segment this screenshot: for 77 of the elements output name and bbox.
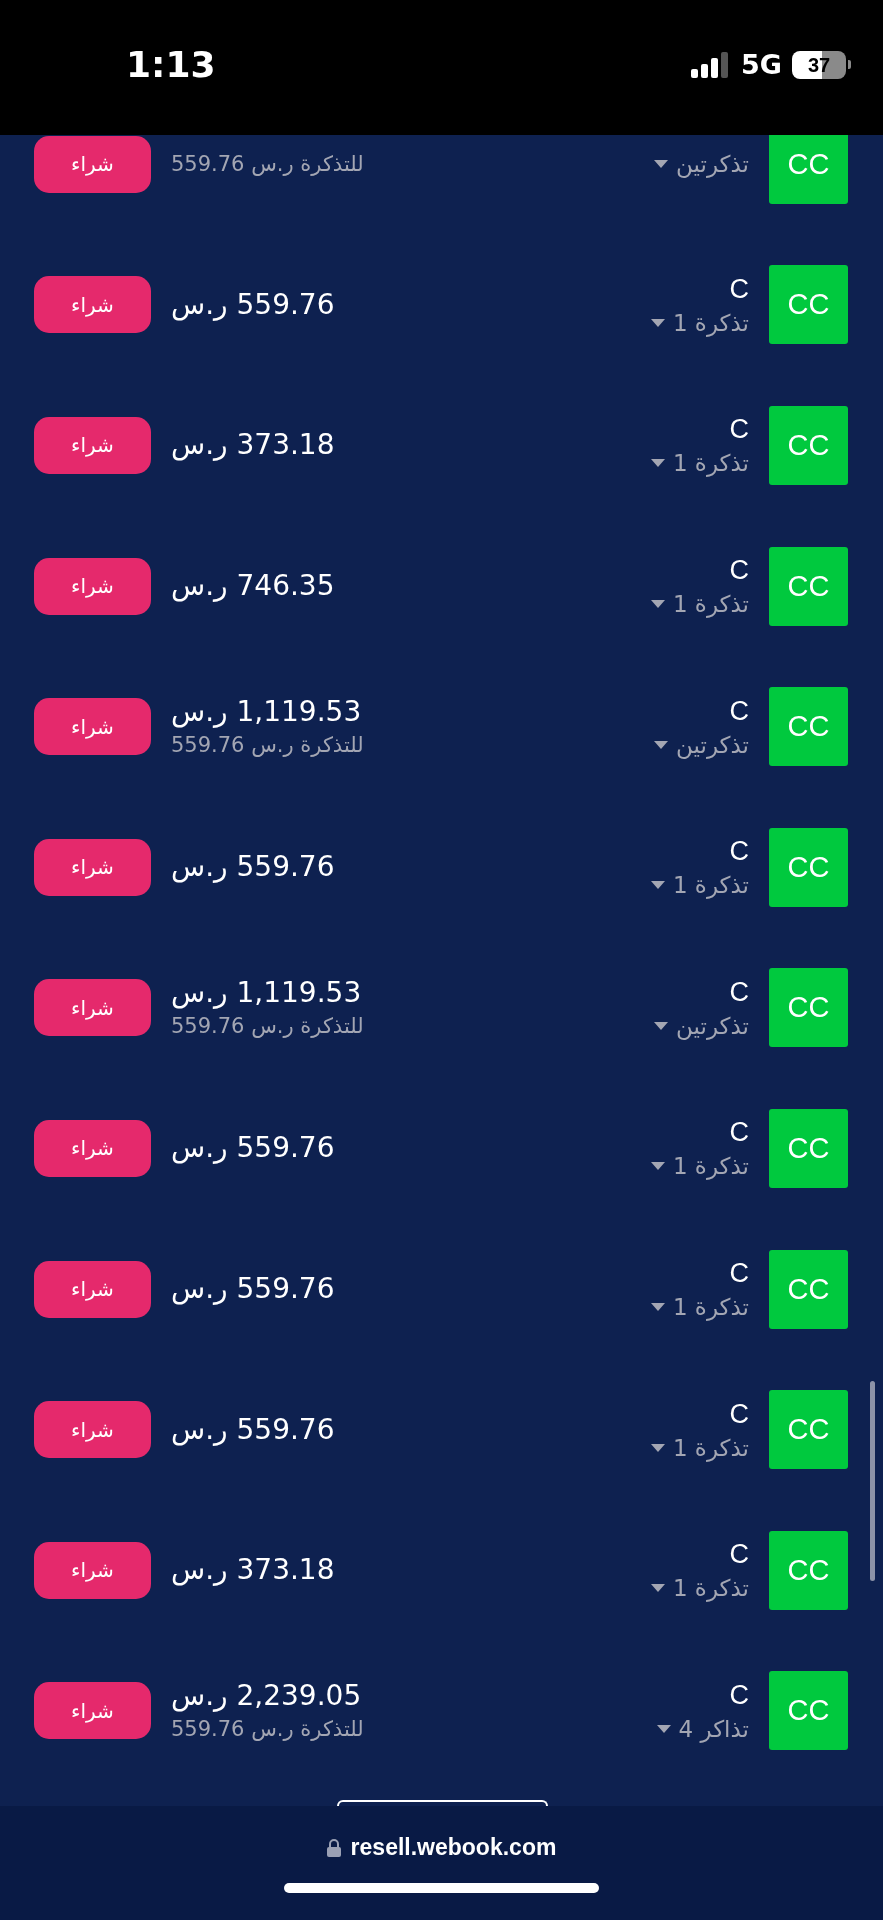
- price: 559.76 ر.س: [171, 1271, 335, 1308]
- quantity-dropdown[interactable]: تذكرتين: [654, 148, 749, 181]
- caret-icon: [654, 1021, 669, 1030]
- caret-icon: [656, 1724, 671, 1733]
- quantity-dropdown[interactable]: 1 تذكرة: [650, 869, 749, 902]
- category-tag: CC: [769, 1249, 848, 1329]
- section-label: C: [729, 1116, 749, 1150]
- category-tag: CC: [769, 827, 848, 907]
- quantity-dropdown[interactable]: 1 تذكرة: [650, 588, 749, 621]
- per-ticket-price: للتذكرة ر.س 559.76: [171, 1012, 364, 1040]
- price: 559.76 ر.س: [171, 286, 335, 323]
- network-label: 5G: [741, 49, 782, 80]
- clock-time: 1:13: [126, 44, 216, 85]
- price: 746.35 ر.س: [171, 568, 335, 605]
- buy-button[interactable]: شراء: [34, 838, 151, 896]
- quantity-dropdown[interactable]: 4 تذاكر: [656, 1712, 749, 1745]
- quantity-dropdown[interactable]: 1 تذكرة: [650, 1572, 749, 1605]
- per-ticket-price: للتذكرة ر.س 559.76: [171, 151, 364, 179]
- caret-icon: [650, 1303, 665, 1312]
- caret-icon: [650, 1162, 665, 1171]
- buy-button[interactable]: شراء: [34, 1260, 151, 1318]
- per-ticket-price: للتذكرة ر.س 559.76: [171, 731, 364, 759]
- caret-icon: [650, 459, 665, 468]
- buy-button[interactable]: شراء: [34, 1541, 151, 1599]
- section-label: C: [729, 413, 749, 447]
- quantity-dropdown[interactable]: 1 تذكرة: [650, 1150, 749, 1183]
- section-label: C: [729, 835, 749, 869]
- price: 559.76 ر.س: [171, 849, 335, 886]
- price: 373.18 ر.س: [171, 1552, 335, 1589]
- buy-button[interactable]: شراء: [34, 698, 151, 756]
- quantity-dropdown[interactable]: تذكرتين: [654, 728, 749, 761]
- price: 1,119.53 ر.س: [171, 974, 362, 1011]
- caret-icon: [650, 1443, 665, 1452]
- quantity-dropdown[interactable]: 1 تذكرة: [650, 1431, 749, 1464]
- price: 559.76 ر.س: [171, 1130, 335, 1167]
- caret-icon: [650, 881, 665, 890]
- section-label: C: [729, 554, 749, 588]
- category-tag: CC: [769, 546, 848, 626]
- category-tag: CC: [769, 265, 848, 345]
- buy-button[interactable]: شراء: [34, 1401, 151, 1459]
- section-label: C: [729, 1257, 749, 1291]
- category-tag: CC: [769, 1530, 848, 1610]
- buy-button[interactable]: شراء: [34, 557, 151, 615]
- buy-button[interactable]: شراء: [34, 1119, 151, 1177]
- price: 1,119.53 ر.س: [171, 693, 362, 730]
- caret-icon: [650, 318, 665, 327]
- quantity-dropdown[interactable]: 1 تذكرة: [650, 447, 749, 480]
- category-tag: CC: [769, 1671, 848, 1751]
- buy-button[interactable]: شراء: [34, 135, 151, 193]
- price: 373.18 ر.س: [171, 427, 335, 464]
- caret-icon: [654, 740, 669, 749]
- category-tag: CC: [769, 1108, 848, 1188]
- category-tag: CC: [769, 687, 848, 767]
- buy-button[interactable]: شراء: [34, 1682, 151, 1740]
- section-label: C: [729, 1397, 749, 1431]
- lock-icon: [326, 1838, 341, 1857]
- caret-icon: [654, 160, 669, 169]
- caret-icon: [650, 600, 665, 609]
- category-tag: CC: [769, 1390, 848, 1470]
- section-label: C: [729, 1538, 749, 1572]
- caret-icon: [650, 1584, 665, 1593]
- section-label: C: [729, 1678, 749, 1712]
- quantity-dropdown[interactable]: 1 تذكرة: [650, 306, 749, 339]
- buy-button[interactable]: شراء: [34, 276, 151, 334]
- buy-button[interactable]: شراء: [34, 417, 151, 474]
- price: 559.76 ر.س: [171, 1411, 335, 1448]
- section-label: C: [729, 975, 749, 1009]
- quantity-dropdown[interactable]: 1 تذكرة: [650, 1291, 749, 1324]
- price: 2,239.05 ر.س: [171, 1677, 362, 1714]
- category-tag: CC: [769, 968, 848, 1048]
- section-label: C: [729, 694, 749, 728]
- category-tag: CC: [769, 406, 848, 485]
- quantity-dropdown[interactable]: تذكرتين: [654, 1009, 749, 1042]
- buy-button[interactable]: شراء: [34, 979, 151, 1037]
- section-label: C: [729, 272, 749, 306]
- url-bar[interactable]: resell.webook.com: [326, 1834, 557, 1861]
- per-ticket-price: للتذكرة ر.س 559.76: [171, 1715, 364, 1743]
